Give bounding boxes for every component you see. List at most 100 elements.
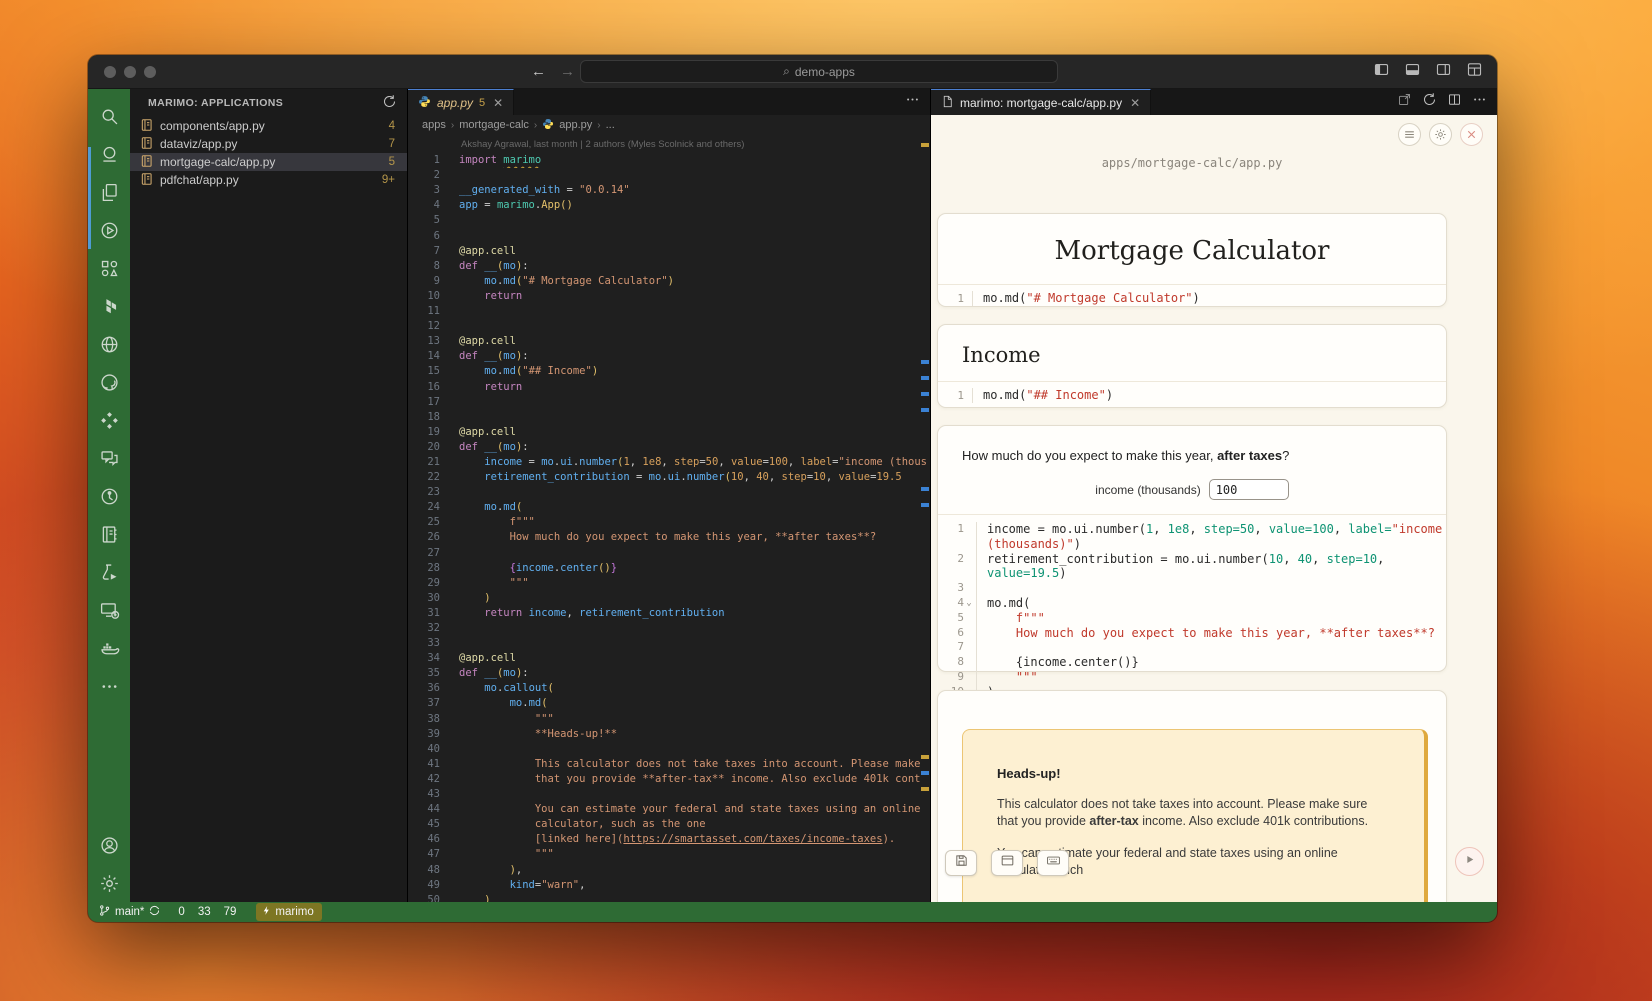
pipeline-icon[interactable]	[88, 477, 130, 515]
code-line: 6	[408, 229, 930, 244]
code-line: 35def __(mo):	[408, 666, 930, 681]
more-icon[interactable]	[88, 667, 130, 705]
tab-marimo-preview[interactable]: marimo: mortgage-calc/app.py ✕	[931, 89, 1151, 115]
refresh-icon[interactable]	[1422, 92, 1437, 112]
minimize-window-button[interactable]	[124, 66, 136, 78]
settings-icon[interactable]	[88, 864, 130, 902]
refresh-icon[interactable]	[382, 94, 397, 112]
tab-label: app.py	[437, 96, 473, 110]
tab-label: marimo: mortgage-calc/app.py	[960, 96, 1122, 110]
marimo-icon[interactable]	[88, 135, 130, 173]
sidebar-item-mortgage-calc-app-py[interactable]: mortgage-calc/app.py5	[130, 153, 407, 171]
zap-icon	[261, 905, 272, 919]
close-window-button[interactable]	[104, 66, 116, 78]
open-window-button[interactable]	[991, 850, 1023, 876]
toggle-secondary-sidebar-icon[interactable]	[1435, 61, 1452, 83]
code-line: 18	[408, 410, 930, 425]
sidebar-item-pdfchat-app-py[interactable]: pdfchat/app.py9+	[130, 171, 407, 189]
shutdown-button[interactable]	[1460, 123, 1483, 146]
git-branch-item[interactable]: main*	[98, 904, 161, 920]
overview-mark	[921, 487, 929, 491]
breadcrumb-item[interactable]: app.py	[559, 119, 592, 131]
command-center-search[interactable]: ⌕ demo-apps	[580, 60, 1058, 83]
toggle-primary-sidebar-icon[interactable]	[1373, 61, 1390, 83]
play-icon	[1463, 853, 1476, 871]
more-actions-icon[interactable]	[1472, 92, 1487, 112]
toggle-panel-icon[interactable]	[1404, 61, 1421, 83]
test-icon[interactable]	[88, 553, 130, 591]
split-editor-icon[interactable]	[1447, 92, 1462, 112]
account-icon[interactable]	[88, 826, 130, 864]
breadcrumb-item[interactable]: mortgage-calc	[459, 119, 529, 131]
globe-icon[interactable]	[88, 325, 130, 363]
income-number-input[interactable]	[1209, 479, 1289, 500]
layout-controls	[1373, 61, 1483, 83]
remote-icon[interactable]	[88, 591, 130, 629]
symbols-icon[interactable]	[88, 249, 130, 287]
files-icon[interactable]	[88, 173, 130, 211]
code-editor[interactable]: Akshay Agrawal, last month | 2 authors (…	[408, 135, 930, 902]
breadcrumb-item[interactable]: apps	[422, 119, 446, 131]
search-icon[interactable]	[88, 97, 130, 135]
run-circle-icon[interactable]	[88, 211, 130, 249]
code-line: 49 kind="warn",	[408, 878, 930, 893]
breadcrumb-separator: ›	[451, 120, 454, 131]
keyboard-icon	[1046, 853, 1061, 873]
terraform-icon[interactable]	[88, 287, 130, 325]
file-label: dataviz/app.py	[160, 137, 383, 151]
code-line: 41 This calculator does not take taxes i…	[408, 757, 930, 772]
github-icon[interactable]	[88, 363, 130, 401]
docker-icon[interactable]	[88, 629, 130, 667]
zoom-window-button[interactable]	[144, 66, 156, 78]
code-line: 27	[408, 546, 930, 561]
code-line: 33	[408, 636, 930, 651]
close-tab-icon[interactable]: ✕	[1130, 96, 1140, 110]
cell-code[interactable]: 1 mo.md("# Mortgage Calculator")	[938, 284, 1446, 312]
sidebar-item-components-app-py[interactable]: components/app.py4	[130, 117, 407, 135]
sidebar: MARIMO: APPLICATIONS components/app.py4d…	[130, 89, 408, 902]
overview-ruler[interactable]	[919, 135, 930, 902]
code-line: 21 income = mo.ui.number(1, 1e8, step=50…	[408, 455, 930, 470]
cell-code-line: 6 How much do you expect to make this ye…	[938, 626, 1446, 641]
breadcrumb: apps›mortgage-calc›app.py›...	[408, 115, 930, 135]
comments-icon[interactable]	[88, 439, 130, 477]
breadcrumb-separator: ›	[597, 120, 600, 131]
settings-gear-button[interactable]	[1429, 123, 1452, 146]
marimo-status-badge[interactable]: marimo	[256, 903, 321, 921]
code-line: 34@app.cell	[408, 651, 930, 666]
tab-app-py[interactable]: app.py 5 ✕	[408, 89, 514, 115]
notebook-file-icon	[140, 136, 154, 153]
sidebar-item-dataviz-app-py[interactable]: dataviz/app.py7	[130, 135, 407, 153]
code-line: 24 mo.md(	[408, 500, 930, 515]
fold-chevron-icon[interactable]: ⌄	[964, 596, 974, 611]
file-label: pdfchat/app.py	[160, 173, 376, 187]
diamonds-icon[interactable]	[88, 401, 130, 439]
vscode-window: ← → ⌕ demo-apps MARIMO: APPLICATIONS	[88, 55, 1497, 922]
save-button[interactable]	[945, 850, 977, 876]
customize-layout-icon[interactable]	[1466, 61, 1483, 83]
overview-mark	[921, 376, 929, 380]
income-input-row: income (thousands)	[938, 463, 1446, 514]
close-tab-icon[interactable]: ✕	[493, 96, 503, 110]
open-external-icon[interactable]	[1397, 92, 1412, 112]
overview-mark	[921, 408, 929, 412]
more-actions-icon[interactable]	[905, 92, 920, 112]
overview-mark	[921, 503, 929, 507]
cell-code-block[interactable]: 1income = mo.ui.number(1, 1e8, step=50, …	[938, 514, 1446, 707]
app-title: Mortgage Calculator	[938, 214, 1446, 284]
breadcrumb-item[interactable]: ...	[606, 119, 615, 131]
problems-item[interactable]: 0 33 79	[175, 906, 242, 918]
income-input-label: income (thousands)	[1095, 483, 1200, 497]
run-cell-button[interactable]	[1455, 847, 1484, 876]
forward-arrow-icon[interactable]: →	[560, 63, 575, 80]
back-arrow-icon[interactable]: ←	[531, 63, 546, 80]
code-line: 8def __(mo):	[408, 259, 930, 274]
menu-button[interactable]	[1398, 123, 1421, 146]
sync-icon	[148, 904, 161, 920]
cell-code-line: 1income = mo.ui.number(1, 1e8, step=50, …	[938, 522, 1446, 552]
keyboard-shortcuts-button[interactable]	[1037, 850, 1069, 876]
notebook-icon[interactable]	[88, 515, 130, 553]
cell-code[interactable]: 1 mo.md("## Income")	[938, 381, 1446, 409]
income-heading: Income	[938, 325, 1446, 381]
code-line: 37 mo.md(	[408, 696, 930, 711]
